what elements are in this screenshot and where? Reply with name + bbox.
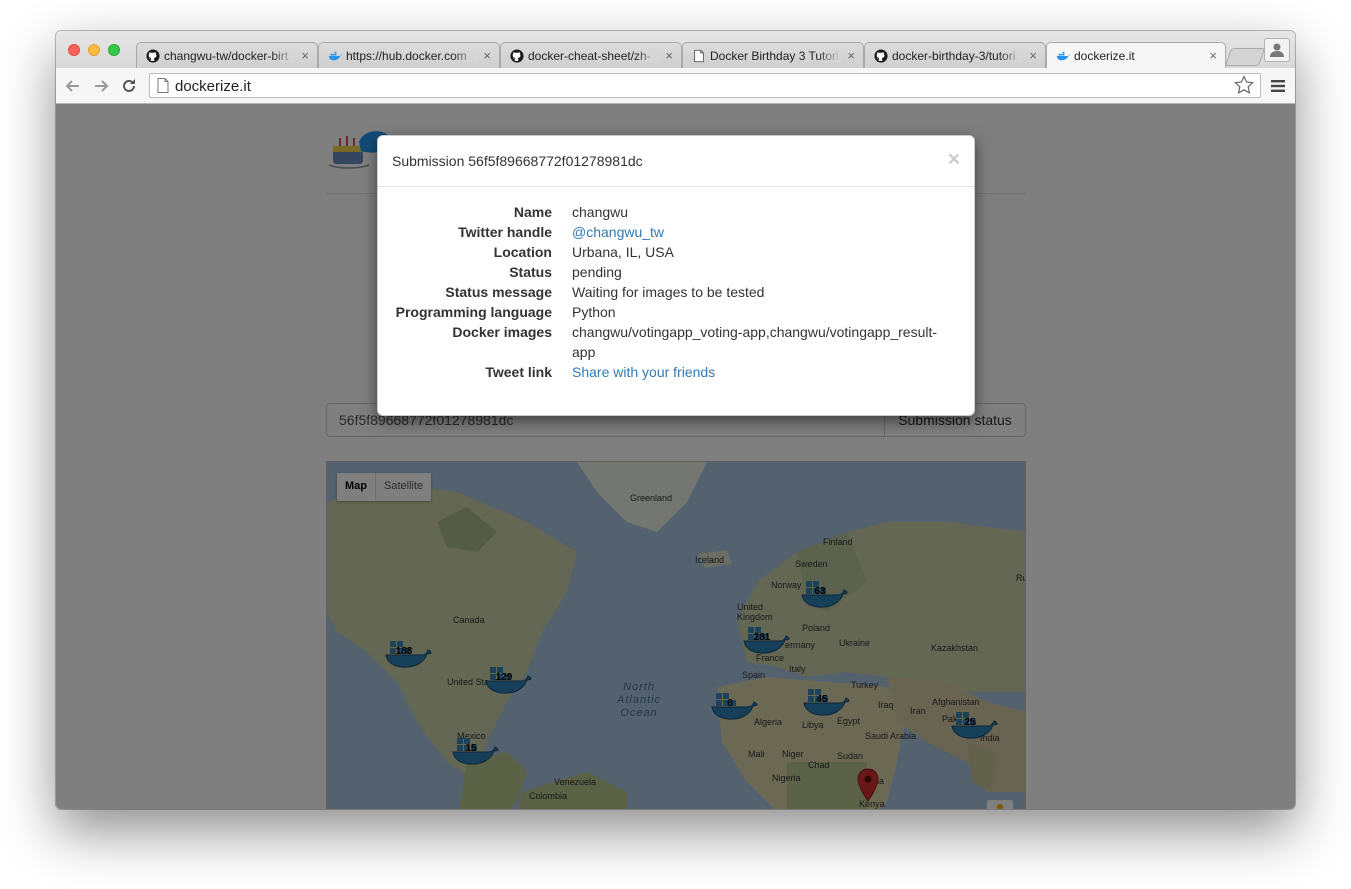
hamburger-menu-icon[interactable] [1270,78,1286,94]
tab-close-icon[interactable]: × [665,48,673,63]
reload-icon[interactable] [119,76,139,96]
tab-close-icon[interactable]: × [1029,48,1037,63]
page-content: utorial 56f5f89668772f01278981dc Submiss… [56,104,1295,809]
modal-title: Submission 56f5f89668772f01278981dc [392,153,643,169]
field-value: changwu [572,204,629,220]
tab-docker-birthday-3[interactable]: docker-birthday-3/tutori × [864,42,1046,68]
field-label: Programming language [395,304,552,320]
browser-toolbar: dockerize.it [56,68,1295,104]
window-close-button[interactable] [68,44,80,56]
tab-dockerize-it[interactable]: dockerize.it × [1046,42,1226,69]
modal-close-button[interactable]: × [948,149,960,170]
tab-title: changwu-tw/docker-birt [164,49,295,63]
tab-docker-cheat-sheet[interactable]: docker-cheat-sheet/zh- × [500,42,682,68]
tab-strip: changwu-tw/docker-birt × https://hub.doc… [56,31,1295,69]
tab-title: Docker Birthday 3 Tutori [710,49,841,63]
field-label: Docker images [452,324,552,340]
tab-close-icon[interactable]: × [301,48,309,63]
back-arrow-icon[interactable] [63,76,83,96]
person-icon [1270,43,1284,57]
docker-icon [1056,51,1070,61]
window-zoom-button[interactable] [108,44,120,56]
tab-title: docker-cheat-sheet/zh- [528,49,659,63]
browser-window: changwu-tw/docker-birt × https://hub.doc… [56,31,1295,809]
modal-header: Submission 56f5f89668772f01278981dc × [378,136,974,187]
tab-close-icon[interactable]: × [483,48,491,63]
field-value: pending [572,264,622,280]
github-icon [510,49,524,63]
field-label: Twitter handle [458,224,552,240]
docker-icon [328,51,342,61]
github-icon [146,49,160,63]
field-value: Urbana, IL, USA [572,244,674,260]
window-minimize-button[interactable] [88,44,100,56]
address-bar[interactable]: dockerize.it [149,73,1261,98]
field-value: app [572,344,596,360]
tab-github-docker-birthday[interactable]: changwu-tw/docker-birt × [136,42,318,68]
tab-close-icon[interactable]: × [847,48,855,63]
page-icon [694,49,704,63]
tab-close-icon[interactable]: × [1209,48,1217,63]
bookmark-star-icon[interactable] [1234,75,1254,95]
field-value: Python [572,304,616,320]
tab-title: https://hub.docker.com [346,49,477,63]
profile-button[interactable] [1264,38,1290,62]
field-label: Tweet link [485,364,552,380]
github-icon [874,49,888,63]
tab-docker-birthday-tutorial[interactable]: Docker Birthday 3 Tutori × [682,42,864,68]
tab-title: docker-birthday-3/tutori [892,49,1023,63]
field-label: Status [509,264,552,280]
field-label: Name [513,204,552,220]
share-link[interactable]: Share with your friends [572,362,957,382]
field-label: Status message [445,284,552,300]
tab-title: dockerize.it [1074,49,1203,63]
field-value: changwu/votingapp_voting-app,changwu/vot… [572,324,938,340]
address-url: dockerize.it [175,78,251,95]
field-label: Location [493,244,552,260]
new-tab-button[interactable] [1224,48,1266,66]
tab-docker-hub[interactable]: https://hub.docker.com × [318,42,500,68]
forward-arrow-icon[interactable] [91,76,111,96]
field-value: Waiting for images to be tested [572,284,765,300]
submission-modal: Submission 56f5f89668772f01278981dc × Na… [377,135,975,416]
twitter-link[interactable]: @changwu_tw [572,222,957,242]
page-icon [157,78,169,93]
